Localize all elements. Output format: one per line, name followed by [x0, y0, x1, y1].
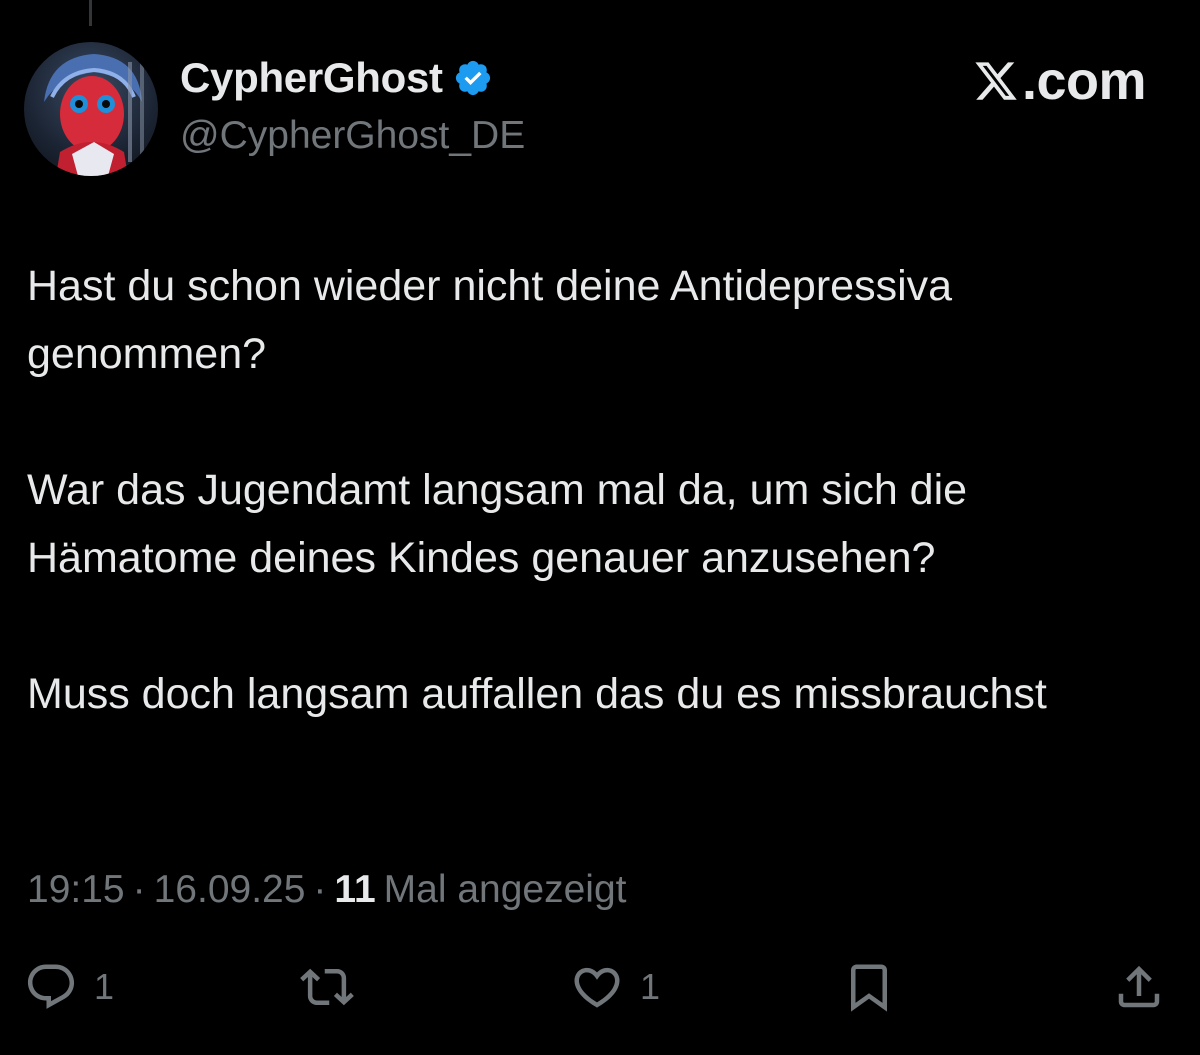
brand-domain: .com — [1021, 51, 1147, 111]
share-icon — [1118, 965, 1160, 1008]
action-bar: 1 1 — [0, 960, 1200, 1020]
tweet-paragraph: War das Jugendamt langsam mal da, um sic… — [27, 466, 968, 582]
bookmark-button[interactable] — [842, 960, 896, 1014]
bookmark-icon — [851, 964, 887, 1012]
share-button[interactable] — [1112, 960, 1166, 1014]
like-button[interactable]: 1 — [570, 960, 660, 1014]
tweet-time[interactable]: 19:15 — [27, 868, 125, 912]
heart-icon — [574, 967, 620, 1008]
tweet-paragraph: Muss doch langsam auffallen das du es mi… — [27, 670, 1047, 718]
tweet-date[interactable]: 16.09.25 — [154, 868, 306, 912]
reply-button[interactable]: 1 — [24, 960, 114, 1014]
tweet-paragraph: Hast du schon wieder nicht deine Antidep… — [27, 262, 953, 378]
meta-separator: · — [132, 868, 146, 911]
tweet-meta: 19:15 · 16.09.25 · 11 Mal angezeigt — [27, 868, 626, 912]
author-handle[interactable]: @CypherGhost_DE — [180, 114, 525, 158]
meta-separator: · — [313, 868, 327, 911]
views-label: Mal angezeigt — [383, 868, 627, 911]
thread-connector-line — [89, 0, 92, 26]
views-count: 11 — [334, 868, 376, 911]
x-logo-icon — [975, 62, 1017, 100]
retweet-icon — [300, 968, 354, 1006]
verified-badge-icon[interactable] — [453, 58, 493, 98]
avatar[interactable] — [24, 42, 158, 176]
reply-icon — [27, 964, 75, 1009]
author-name-row: CypherGhost — [180, 54, 493, 102]
retweet-button[interactable] — [300, 960, 354, 1014]
brand-logo: .com — [972, 50, 1147, 112]
avatar-illustration — [44, 54, 144, 176]
like-count: 1 — [640, 966, 661, 1007]
display-name[interactable]: CypherGhost — [180, 54, 443, 102]
tweet-text: Hast du schon wieder nicht deine Antidep… — [27, 252, 1167, 796]
reply-count: 1 — [94, 966, 115, 1007]
